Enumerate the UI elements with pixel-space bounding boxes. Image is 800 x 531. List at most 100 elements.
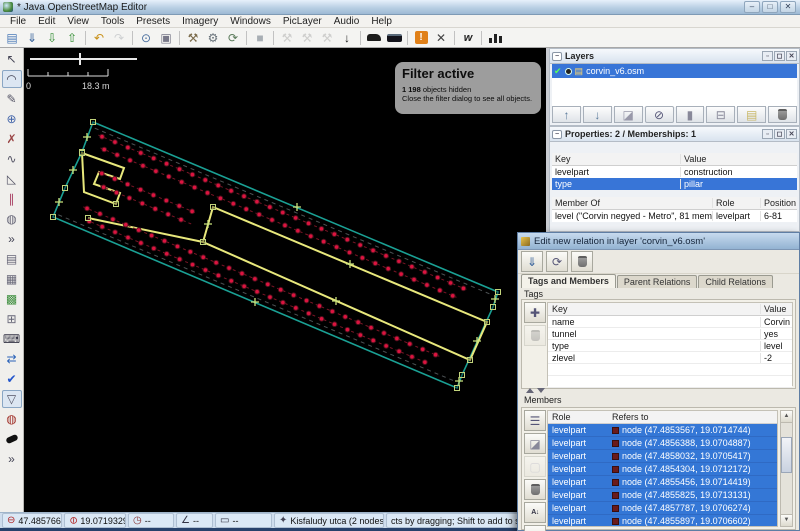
- parallel-way-tool-icon[interactable]: ∥: [2, 190, 22, 208]
- bus-routing-icon[interactable]: [385, 29, 403, 46]
- pillar-node[interactable]: [395, 336, 400, 341]
- map-drawing[interactable]: 018.3 m: [24, 48, 546, 512]
- pillar-node[interactable]: [152, 246, 157, 251]
- pillar-node[interactable]: [410, 354, 415, 359]
- tag-row[interactable]: zlevel-2: [548, 352, 792, 364]
- layer-visible-eye-icon[interactable]: [565, 68, 572, 75]
- pillar-node[interactable]: [140, 201, 145, 206]
- pillar-node[interactable]: [242, 194, 247, 199]
- menu-presets[interactable]: Presets: [130, 16, 176, 27]
- selected-node-square[interactable]: [211, 205, 216, 210]
- pillar-node[interactable]: [306, 311, 311, 316]
- panel-header-button-0[interactable]: ▫: [762, 129, 773, 139]
- pillar-node[interactable]: [332, 322, 337, 327]
- layer-duplicate-icon[interactable]: ◪: [614, 106, 643, 123]
- menu-file[interactable]: File: [4, 16, 32, 27]
- pillar-node[interactable]: [177, 257, 182, 262]
- pillar-node[interactable]: [151, 193, 156, 198]
- virtual-node-plus[interactable]: [346, 260, 354, 268]
- waypoint-icon[interactable]: w: [459, 29, 477, 46]
- pillar-node[interactable]: [229, 189, 234, 194]
- download-data-icon[interactable]: ⇩: [43, 29, 61, 46]
- pillar-node[interactable]: [397, 349, 402, 354]
- remove-member-icon[interactable]: [524, 479, 546, 500]
- property-row[interactable]: typepillar: [552, 178, 797, 190]
- pillar-node[interactable]: [293, 216, 298, 221]
- pillar-node[interactable]: [356, 320, 361, 325]
- selected-node-square[interactable]: [86, 216, 91, 221]
- pillar-node[interactable]: [283, 223, 288, 228]
- pillar-node[interactable]: [205, 191, 210, 196]
- scroll-thumb[interactable]: [781, 437, 792, 473]
- pillar-node[interactable]: [190, 209, 195, 214]
- pillar-node[interactable]: [177, 167, 182, 172]
- layers-stack-icon[interactable]: ▤: [2, 250, 22, 268]
- purge-bucket-icon[interactable]: ◍: [2, 410, 22, 428]
- warning-icon[interactable]: !: [412, 29, 430, 46]
- menu-windows[interactable]: Windows: [224, 16, 277, 27]
- pillar-node[interactable]: [345, 327, 350, 332]
- layers-list[interactable]: ✔ ▤ corvin_v6.osm: [552, 64, 797, 107]
- selected-node-square[interactable]: [468, 358, 473, 363]
- pillar-node[interactable]: [244, 207, 249, 212]
- pillar-node[interactable]: [203, 178, 208, 183]
- splitter-up-icon[interactable]: [526, 388, 534, 393]
- pillar-node[interactable]: [227, 266, 232, 271]
- pillar-node[interactable]: [85, 206, 90, 211]
- pillar-node[interactable]: [423, 360, 428, 365]
- pillar-node[interactable]: [397, 259, 402, 264]
- scroll-up-icon[interactable]: ▲: [781, 411, 792, 423]
- pillar-node[interactable]: [100, 134, 105, 139]
- pillar-node[interactable]: [99, 171, 104, 176]
- pillar-node[interactable]: [330, 309, 335, 314]
- member-row[interactable]: levelpartnode (47.4858032, 19.0705417): [548, 450, 777, 463]
- selected-node-square[interactable]: [460, 373, 465, 378]
- selected-node-square[interactable]: [114, 202, 119, 207]
- pillar-node[interactable]: [203, 268, 208, 273]
- member-row[interactable]: levelpartnode (47.4856388, 19.0704887): [548, 437, 777, 450]
- splitter-handle[interactable]: [526, 388, 545, 393]
- pillar-node[interactable]: [296, 228, 301, 233]
- selected-node-square[interactable]: [496, 290, 501, 295]
- pillar-node[interactable]: [154, 169, 159, 174]
- pillar-node[interactable]: [461, 286, 466, 291]
- selected-node-square[interactable]: [485, 320, 490, 325]
- pillar-node[interactable]: [268, 205, 273, 210]
- map-style-icon[interactable]: ▦: [2, 270, 22, 288]
- select-tool-icon[interactable]: ↖: [2, 50, 22, 68]
- tab-tags-and-members[interactable]: Tags and Members: [521, 274, 616, 288]
- undo-icon[interactable]: ↶: [90, 29, 108, 46]
- zoom-to-selection-icon[interactable]: ⊙: [137, 29, 155, 46]
- selected-node-square[interactable]: [51, 215, 56, 220]
- pillar-node[interactable]: [384, 344, 389, 349]
- pillar-node[interactable]: [218, 196, 223, 201]
- pillar-node[interactable]: [231, 201, 236, 206]
- pillar-node[interactable]: [177, 204, 182, 209]
- pillar-node[interactable]: [114, 190, 119, 195]
- inner-dash-bottom[interactable]: [58, 215, 454, 381]
- virtual-node-plus[interactable]: [69, 166, 77, 174]
- tag-row[interactable]: typelevel: [548, 340, 792, 352]
- tool-disabled-icon-1[interactable]: ⚒: [278, 29, 296, 46]
- scroll-down-icon[interactable]: ▼: [781, 514, 792, 526]
- pillar-node[interactable]: [317, 304, 322, 309]
- extrude-tool-icon[interactable]: ◺: [2, 170, 22, 188]
- splitter-down-icon[interactable]: [537, 388, 545, 393]
- layer-up-icon[interactable]: ↑: [552, 106, 581, 123]
- pillar-node[interactable]: [101, 185, 106, 190]
- preferences-icon[interactable]: ▣: [157, 29, 175, 46]
- sort-members-icon[interactable]: A↓: [524, 502, 546, 523]
- improve-accuracy-tool-icon[interactable]: ∿: [2, 150, 22, 168]
- tag-row[interactable]: tunnelyes: [548, 328, 792, 340]
- collapse-icon[interactable]: −: [552, 130, 562, 139]
- copy-members-icon[interactable]: ☰: [524, 410, 546, 431]
- pillar-node[interactable]: [308, 234, 313, 239]
- station-outline-way[interactable]: [53, 122, 498, 388]
- pillar-node[interactable]: [253, 277, 258, 282]
- pillar-node[interactable]: [125, 182, 130, 187]
- pillar-node[interactable]: [347, 250, 352, 255]
- title-bar[interactable]: * Java OpenStreetMap Editor –□✕: [0, 0, 800, 15]
- member-row[interactable]: levelpartnode (47.4853567, 19.0714744): [548, 424, 777, 437]
- layer-down-icon[interactable]: ↓: [583, 106, 612, 123]
- pillar-node[interactable]: [410, 264, 415, 269]
